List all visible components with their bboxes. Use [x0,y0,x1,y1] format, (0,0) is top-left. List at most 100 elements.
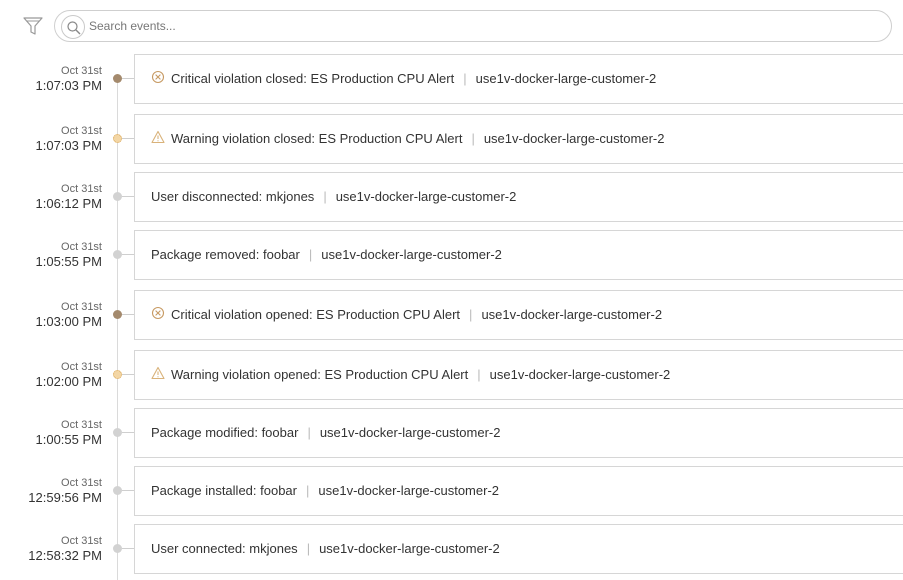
event-timestamp: Oct 31st 1:05:55 PM [0,241,103,270]
critical-x-icon [151,306,165,320]
event-row: Oct 31st 12:59:56 PM Package installed: fo… [0,464,903,516]
event-row: Oct 31st 1:07:03 PM Critical violation clo… [0,52,903,104]
event-separator: | [469,307,473,322]
search-icon [61,15,85,39]
warning-triangle-icon [151,130,165,144]
timeline-connector [122,548,134,549]
event-card[interactable]: Package modified: foobar | use1v-docker-la… [134,408,903,458]
event-card[interactable]: Warning violation closed: ES Production … [134,114,903,164]
event-host: use1v-docker-large-customer-2 [321,247,502,262]
event-content: Package modified: foobar | use1v-docker-la… [151,425,500,440]
event-time: 1:00:55 PM [35,432,103,447]
event-card[interactable]: Critical violation opened: ES Production… [134,290,903,340]
event-message: Critical violation opened: ES Production… [171,307,461,322]
event-card[interactable]: User connected: mkjones | use1v-docker-lar… [134,524,903,574]
event-separator: | [306,541,311,556]
timeline-connector [122,490,134,491]
event-separator: | [477,367,481,382]
event-host: use1v-docker-large-customer-2 [475,71,657,86]
event-row: Oct 31st 1:05:55 PM Package removed: fooba… [0,228,903,280]
event-card[interactable]: Critical violation closed: ES Production… [134,54,903,104]
filter-icon[interactable] [22,14,44,38]
event-date: Oct 31st [61,419,102,431]
event-time: 1:07:03 PM [35,78,103,93]
timeline-connector [122,78,134,79]
timeline-connector [122,432,134,433]
event-timestamp: Oct 31st 1:02:00 PM [0,361,103,390]
warning-triangle-icon [151,366,165,380]
event-separator: | [305,483,310,498]
search-input[interactable] [89,16,869,36]
event-card[interactable]: Package removed: foobar | use1v-docker-lar… [134,230,903,280]
event-content: Warning violation opened: ES Production … [151,366,671,382]
event-host: use1v-docker-large-customer-2 [319,425,501,440]
event-content: User connected: mkjones | use1v-docker-lar… [151,541,500,556]
event-time: 1:06:12 PM [35,196,103,211]
event-row: Oct 31st 1:00:55 PM Package modified: foob… [0,406,903,458]
event-timestamp: Oct 31st 1:07:03 PM [0,65,103,94]
timeline-connector [122,374,134,375]
event-timestamp: Oct 31st 1:06:12 PM [0,183,103,212]
event-row: Oct 31st 1:02:00 PM Warning violation open… [0,348,903,400]
critical-x-icon [151,70,165,84]
event-date: Oct 31st [61,535,102,547]
event-card[interactable]: Package installed: foobar | use1v-docker-l… [134,466,903,516]
event-host: use1v-docker-large-customer-2 [319,541,500,556]
event-host: use1v-docker-large-customer-2 [481,307,663,322]
event-card[interactable]: Warning violation opened: ES Production … [134,350,903,400]
event-time: 1:05:55 PM [35,254,103,269]
timeline-dot-info [113,428,122,437]
event-timeline: Oct 31st 1:07:03 PM Critical violation clo… [0,52,903,580]
event-separator: | [307,425,311,440]
event-content: Package removed: foobar | use1v-docker-lar… [151,247,502,262]
event-content: Warning violation closed: ES Production … [151,130,665,146]
event-timestamp: Oct 31st 12:58:32 PM [0,535,102,564]
timeline-dot-warning [113,134,122,143]
event-content: Critical violation opened: ES Production… [151,306,663,322]
event-content: Critical violation closed: ES Production… [151,70,657,86]
event-row: Oct 31st 1:03:00 PM Critical violation ope… [0,288,903,340]
event-date: Oct 31st [61,301,102,313]
event-date: Oct 31st [61,65,102,77]
event-host: use1v-docker-large-customer-2 [483,131,665,146]
event-card[interactable]: User disconnected: mkjones | use1v-docker-… [134,172,903,222]
event-row: Oct 31st 1:07:03 PM Warning violation clos… [0,112,903,164]
event-separator: | [323,189,327,204]
timeline-dot-info [113,192,122,201]
event-time: 12:59:56 PM [28,490,102,505]
event-date: Oct 31st [61,361,102,373]
event-toolbar [0,0,903,52]
event-content: User disconnected: mkjones | use1v-docker-… [151,189,516,204]
event-message: Package installed: foobar [151,483,297,498]
event-separator: | [471,131,475,146]
timeline-dot-critical [113,310,122,319]
event-timestamp: Oct 31st 1:07:03 PM [0,125,103,154]
event-timestamp: Oct 31st 1:00:55 PM [0,419,103,448]
event-host: use1v-docker-large-customer-2 [489,367,671,382]
event-message: Warning violation opened: ES Production … [171,367,469,382]
timeline-dot-info [113,486,122,495]
event-timestamp: Oct 31st 12:59:56 PM [0,477,102,506]
event-row: Oct 31st 1:06:12 PM User disconnected: mkj… [0,170,903,222]
event-message: Package removed: foobar [151,247,300,262]
timeline-connector [122,254,134,255]
timeline-dot-info [113,250,122,259]
event-date: Oct 31st [61,241,102,253]
event-time: 12:58:32 PM [28,548,102,563]
event-separator: | [308,247,313,262]
timeline-connector [122,138,134,139]
event-date: Oct 31st [61,477,102,489]
event-host: use1v-docker-large-customer-2 [335,189,517,204]
event-timestamp: Oct 31st 1:03:00 PM [0,301,103,330]
event-time: 1:02:00 PM [35,374,103,389]
timeline-dot-info [113,544,122,553]
event-content: Package installed: foobar | use1v-docker-l… [151,483,499,498]
timeline-dot-warning [113,370,122,379]
event-message: Critical violation closed: ES Production… [171,71,455,86]
timeline-connector [122,196,134,197]
search-box[interactable] [54,10,892,42]
event-message: User connected: mkjones [151,541,298,556]
event-host: use1v-docker-large-customer-2 [318,483,499,498]
event-date: Oct 31st [61,125,102,137]
event-separator: | [463,71,467,86]
